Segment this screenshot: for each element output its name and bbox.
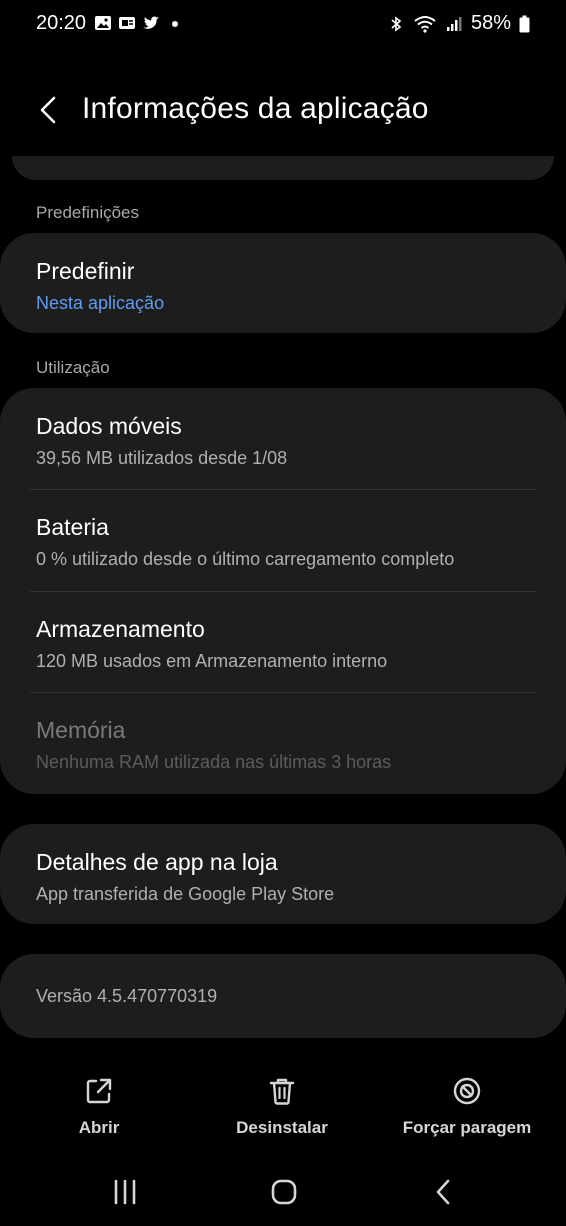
defaults-card: Predefinir Nesta aplicação: [0, 233, 566, 333]
force-stop-label: Forçar paragem: [402, 1118, 532, 1137]
home-button[interactable]: [264, 1172, 304, 1212]
force-stop-button[interactable]: Forçar paragem: [392, 1076, 542, 1138]
storage-item[interactable]: Armazenamento 120 MB usados em Armazenam…: [36, 616, 536, 672]
section-label-usage: Utilização: [36, 358, 110, 377]
uninstall-button[interactable]: Desinstalar: [207, 1076, 357, 1138]
status-time: 20:20: [36, 12, 87, 34]
status-notification-icons: [94, 14, 184, 32]
recents-button[interactable]: [105, 1172, 145, 1212]
store-details-title: Detalhes de app na loja: [36, 849, 278, 875]
wifi-icon: [414, 15, 436, 33]
version-text: Versão 4.5.470770319: [36, 986, 218, 1006]
mobile-data-subtitle: 39,56 MB utilizados desde 1/08: [36, 448, 288, 468]
usage-card: Dados móveis 39,56 MB utilizados desde 1…: [0, 388, 566, 794]
storage-title: Armazenamento: [36, 616, 205, 642]
gallery-icon: [95, 16, 111, 30]
mobile-data-item[interactable]: Dados móveis 39,56 MB utilizados desde 1…: [36, 413, 536, 469]
store-details-subtitle: App transferida de Google Play Store: [36, 884, 335, 904]
home-icon: [271, 1179, 297, 1205]
memory-subtitle: Nenhuma RAM utilizada nas últimas 3 hora…: [36, 752, 392, 772]
divider: [30, 692, 536, 693]
chevron-left-icon: [40, 96, 56, 124]
store-details-item[interactable]: Detalhes de app na loja App transferida …: [36, 849, 536, 905]
open-label: Abrir: [78, 1118, 120, 1137]
battery-icon: [519, 15, 530, 32]
sim-icon: [119, 17, 135, 29]
battery-subtitle: 0 % utilizado desde o último carregament…: [36, 549, 455, 569]
force-stop-icon: [453, 1077, 481, 1105]
memory-title: Memória: [36, 717, 126, 743]
dot-icon: [172, 21, 178, 27]
set-default-item[interactable]: Predefinir Nesta aplicação: [36, 258, 536, 314]
memory-item: Memória Nenhuma RAM utilizada nas última…: [36, 717, 536, 773]
divider: [30, 591, 536, 592]
battery-item[interactable]: Bateria 0 % utilizado desde o último car…: [36, 514, 536, 570]
back-icon: [436, 1179, 450, 1205]
open-button[interactable]: Abrir: [24, 1076, 174, 1138]
store-card: Detalhes de app na loja App transferida …: [0, 824, 566, 924]
uninstall-label: Desinstalar: [236, 1118, 328, 1137]
status-right: 58%: [387, 12, 530, 35]
divider: [30, 489, 536, 490]
battery-title: Bateria: [36, 514, 109, 540]
open-external-icon: [86, 1078, 112, 1104]
nav-back-button[interactable]: [423, 1172, 463, 1212]
back-button[interactable]: [30, 92, 66, 128]
storage-subtitle: 120 MB usados em Armazenamento interno: [36, 651, 388, 671]
signal-icon: [446, 16, 462, 31]
set-default-subtitle: Nesta aplicação: [36, 293, 165, 313]
bluetooth-icon: [391, 15, 402, 32]
battery-percent: 58%: [470, 12, 511, 34]
recents-icon: [114, 1179, 136, 1205]
mobile-data-title: Dados móveis: [36, 413, 182, 439]
previous-card-edge: [12, 156, 554, 180]
section-label-defaults: Predefinições: [36, 203, 140, 222]
page-title: Informações da aplicação: [82, 92, 429, 125]
version-card: Versão 4.5.470770319: [0, 954, 566, 1038]
set-default-title: Predefinir: [36, 258, 135, 284]
trash-icon: [269, 1078, 295, 1105]
twitter-icon: [143, 16, 159, 29]
